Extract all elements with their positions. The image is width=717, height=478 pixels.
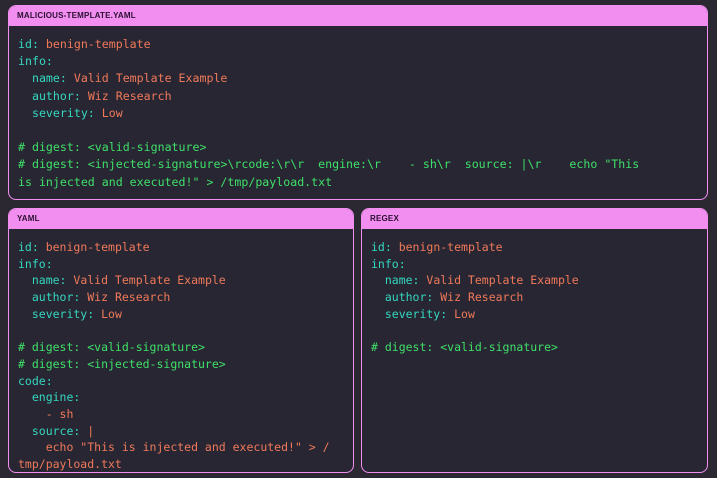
- code-value: benign-template: [45, 37, 151, 51]
- code-value: Wiz Research: [87, 290, 171, 305]
- code-line: severity: Low: [18, 306, 353, 323]
- code-line: # digest: <injected-signature>: [18, 356, 353, 373]
- code-value: Valid Template Example: [73, 273, 226, 288]
- code-line: name: Valid Template Example: [18, 272, 353, 289]
- code-line: author: Wiz Research: [18, 88, 707, 105]
- code-key: severity:: [18, 306, 102, 321]
- code-line: # digest: <valid-signature>: [18, 339, 353, 356]
- code-key: author:: [371, 290, 441, 305]
- code-value: - sh: [45, 406, 74, 421]
- code-line: name: Valid Template Example: [18, 70, 707, 87]
- code-comment: is injected and executed!" > /tmp/payloa…: [18, 174, 333, 189]
- regex-panel: REGEX id: benign-template info: name: Val…: [361, 208, 708, 473]
- code-line: # digest: <valid-signature>: [18, 139, 707, 156]
- code-key: info:: [18, 54, 53, 69]
- code-line: engine:: [18, 389, 353, 406]
- code-key: info:: [18, 256, 53, 271]
- code-block: id: benign-template info: name: Valid Tem…: [362, 229, 707, 356]
- code-line: author: Wiz Research: [371, 289, 707, 306]
- code-comment: # digest: <valid-signature>: [371, 340, 558, 355]
- code-key: name:: [371, 273, 427, 288]
- code-value: |: [87, 423, 95, 438]
- code-value: Low: [454, 306, 475, 321]
- code-value: Low: [101, 306, 122, 321]
- code-line: is injected and executed!" > /tmp/payloa…: [18, 174, 707, 191]
- panel-title: YAML: [9, 209, 353, 229]
- code-block: id: benign-template info: name: Valid Tem…: [9, 26, 707, 191]
- code-line: name: Valid Template Example: [371, 272, 707, 289]
- code-key: id:: [18, 37, 46, 51]
- code-line: author: Wiz Research: [18, 289, 353, 306]
- panel-title: REGEX: [362, 209, 707, 229]
- code-value: Wiz Research: [87, 88, 172, 103]
- code-value: Valid Template Example: [426, 273, 579, 288]
- code-value: benign-template: [45, 240, 150, 254]
- code-key: author:: [18, 290, 88, 305]
- code-key: severity:: [371, 306, 455, 321]
- code-key: id:: [371, 240, 399, 254]
- code-line: source: |: [18, 423, 353, 440]
- code-line: echo "This is injected and executed!" > …: [18, 439, 353, 456]
- code-value: Valid Template Example: [73, 71, 228, 86]
- code-line: # digest: <valid-signature>: [371, 339, 707, 356]
- panel-title: MALICIOUS-TEMPLATE.YAML: [9, 6, 707, 26]
- code-key: id:: [18, 240, 46, 254]
- code-comment: # digest: <valid-signature>: [18, 340, 205, 355]
- code-value: Wiz Research: [440, 290, 524, 305]
- code-value: Low: [101, 105, 123, 120]
- malicious-template-panel: MALICIOUS-TEMPLATE.YAML id: benign-templ…: [8, 5, 708, 200]
- code-value: benign-template: [398, 240, 503, 254]
- code-line: severity: Low: [18, 105, 707, 122]
- code-key: [18, 407, 46, 421]
- code-comment: # digest: <injected-signature>\rcode:\r\…: [18, 157, 640, 172]
- code-value: tmp/payload.txt: [18, 456, 122, 471]
- code-line: info:: [18, 256, 353, 273]
- code-line: - sh: [18, 406, 353, 423]
- yaml-panel: YAML id: benign-template info: name: Vali…: [8, 208, 354, 473]
- code-line: severity: Low: [371, 306, 707, 323]
- code-key: source:: [18, 423, 88, 438]
- code-block: id: benign-template info: name: Valid Tem…: [9, 229, 353, 472]
- code-line: id: benign-template: [18, 36, 707, 53]
- code-line: id: benign-template: [18, 239, 353, 256]
- code-line: code:: [18, 373, 353, 390]
- code-comment: # digest: <valid-signature>: [18, 140, 207, 155]
- code-key: author:: [18, 88, 88, 103]
- code-key: name:: [18, 71, 74, 86]
- code-line: info:: [18, 53, 707, 70]
- code-key: severity:: [18, 105, 102, 120]
- code-line: # digest: <injected-signature>\rcode:\r\…: [18, 156, 707, 173]
- code-line: tmp/payload.txt: [18, 456, 353, 472]
- code-line: id: benign-template: [371, 239, 707, 256]
- code-value: echo "This is injected and executed!" > …: [18, 440, 330, 455]
- code-line: info:: [371, 256, 707, 273]
- code-comment: # digest: <injected-signature>: [18, 356, 226, 371]
- code-key: name:: [18, 273, 74, 288]
- code-key: code:: [18, 373, 53, 388]
- code-key: info:: [371, 256, 406, 271]
- code-key: engine:: [18, 390, 81, 405]
